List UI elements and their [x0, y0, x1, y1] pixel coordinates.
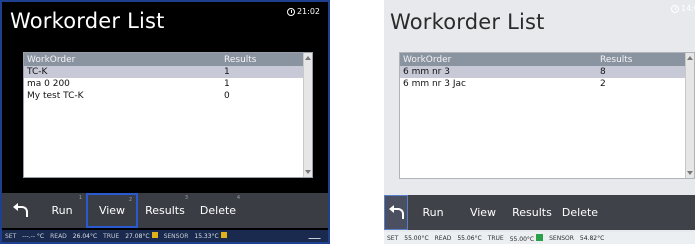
sensor-value: 15.33°C: [194, 232, 227, 240]
warning-icon: [151, 232, 158, 238]
scroll-up-icon[interactable]: [687, 56, 693, 60]
column-header-workorder: WorkOrder: [27, 54, 76, 65]
back-arrow-icon: [389, 204, 404, 219]
read-value: 55.06°C: [457, 234, 482, 242]
scroll-down-icon[interactable]: [305, 170, 311, 174]
right-screen: Workorder List 14:0 WorkOrder Results 6 …: [384, 0, 695, 244]
results-button[interactable]: Results 3: [138, 193, 192, 228]
warning-icon: [220, 232, 227, 238]
set-value: ---.-- °C: [22, 232, 45, 240]
workorder-name: My test TC-K: [27, 91, 84, 101]
back-button[interactable]: [2, 193, 38, 228]
results-button[interactable]: Results: [508, 195, 556, 230]
clock-time: 21:02: [296, 7, 320, 16]
workorder-name: 6 mm nr 3: [403, 67, 450, 77]
clock: 14:0: [671, 4, 695, 13]
results-button-label: Results: [145, 204, 185, 217]
view-button-label: View: [98, 204, 126, 217]
toolbar: Run View Results Delete: [384, 195, 695, 230]
run-button-label: Run: [422, 206, 444, 219]
workorder-results: 1: [224, 67, 230, 77]
true-value: 55.00°C: [510, 233, 544, 243]
clock: 21:02: [286, 7, 320, 16]
workorder-name: TC-K: [27, 67, 48, 77]
delete-button-label: Delete: [561, 206, 599, 219]
set-label: SET: [387, 234, 399, 242]
read-label: READ: [50, 232, 67, 240]
run-button[interactable]: Run 1: [38, 193, 86, 228]
view-button-label: View: [469, 206, 497, 219]
workorder-results: 8: [600, 67, 606, 77]
sensor-label: SENSOR: [549, 234, 574, 242]
workorder-results: 2: [600, 79, 606, 89]
view-button[interactable]: View: [458, 195, 508, 230]
workorder-list[interactable]: WorkOrder Results TC-K 1 ma 0 200 1 My t…: [23, 52, 313, 178]
status-bar: SET 55.00°C READ 55.06°C TRUE 55.00°C SE…: [384, 232, 695, 244]
sensor-label: SENSOR: [163, 232, 189, 240]
run-button-label: Run: [51, 204, 73, 217]
table-row[interactable]: TC-K 1: [24, 66, 312, 78]
shortcut-number: 2: [128, 197, 132, 203]
scroll-up-icon[interactable]: [305, 56, 311, 60]
scroll-down-icon[interactable]: [687, 171, 693, 175]
clock-icon: [286, 7, 295, 16]
run-button[interactable]: Run: [408, 195, 458, 230]
read-value: 26.04°C: [72, 232, 98, 240]
delete-button[interactable]: Delete: [556, 195, 604, 230]
table-row[interactable]: 6 mm nr 3 8: [400, 66, 694, 78]
page-title: Workorder List: [390, 10, 545, 34]
workorder-results: 0: [224, 91, 230, 101]
check-icon: [536, 233, 544, 241]
workorder-list[interactable]: WorkOrder Results 6 mm nr 3 8 6 mm nr 3 …: [399, 52, 695, 179]
column-header-results: Results: [600, 54, 633, 65]
column-header-workorder: WorkOrder: [403, 54, 452, 65]
view-button[interactable]: View 2: [86, 193, 138, 228]
read-label: READ: [434, 234, 452, 242]
clock-icon: [671, 4, 680, 13]
workorder-name: 6 mm nr 3 Jac: [403, 79, 466, 89]
clock-time: 14:0: [681, 4, 695, 13]
shortcut-number: 1: [78, 195, 82, 201]
toolbar: Run 1 View 2 Results 3 Delete 4: [2, 193, 328, 228]
trend-icon: [308, 233, 324, 239]
true-value: 27.08°C: [125, 232, 158, 240]
results-button-label: Results: [512, 206, 552, 219]
delete-button-label: Delete: [199, 204, 237, 217]
shortcut-number: 4: [236, 195, 240, 201]
set-value: 55.00°C: [404, 234, 429, 242]
table-row[interactable]: ma 0 200 1: [24, 78, 312, 90]
delete-button[interactable]: Delete 4: [192, 193, 244, 228]
true-label: TRUE: [103, 232, 120, 240]
table-row[interactable]: My test TC-K 0: [24, 90, 312, 102]
left-screen: Workorder List 21:02 WorkOrder Results T…: [0, 0, 330, 244]
workorder-results: 1: [224, 79, 230, 89]
back-button[interactable]: [384, 195, 408, 230]
scrollbar[interactable]: [685, 53, 694, 178]
table-row[interactable]: 6 mm nr 3 Jac 2: [400, 78, 694, 90]
column-header-results: Results: [224, 54, 257, 65]
shortcut-number: 3: [184, 195, 188, 201]
page-title: Workorder List: [10, 9, 165, 33]
set-label: SET: [5, 232, 17, 240]
scrollbar[interactable]: [303, 53, 312, 177]
list-header: WorkOrder Results: [400, 53, 694, 66]
list-header: WorkOrder Results: [24, 53, 312, 66]
true-label: TRUE: [487, 234, 504, 242]
back-arrow-icon: [13, 202, 28, 217]
workorder-name: ma 0 200: [27, 79, 70, 89]
sensor-value: 54.82°C: [579, 234, 605, 242]
status-bar: SET ---.-- °C READ 26.04°C TRUE 27.08°C …: [2, 230, 328, 242]
